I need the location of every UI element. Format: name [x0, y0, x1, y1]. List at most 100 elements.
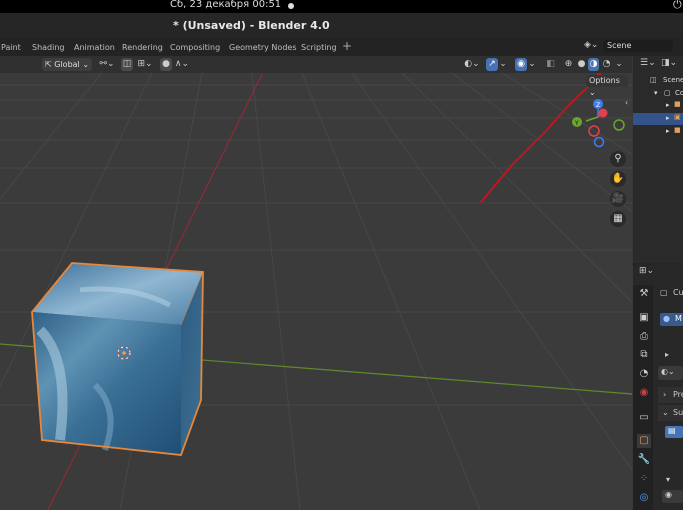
world-tab-icon[interactable]: ◉ — [637, 386, 651, 400]
node-icon: ▤ — [668, 426, 676, 435]
expand-arrow-icon[interactable]: ▸ — [666, 114, 670, 122]
rendered-shading-icon[interactable]: ◔ — [601, 58, 612, 71]
material-preview-shading-icon[interactable]: ◑ — [588, 58, 599, 71]
falloff-icon[interactable]: ∧⌄ — [174, 58, 190, 71]
mesh-object-icon: ▣ — [674, 113, 681, 121]
outliner-item-camera[interactable]: ▸ ■ — [660, 100, 683, 112]
zoom-icon[interactable]: ⚲ — [610, 151, 626, 167]
window-titlebar: * (Unsaved) - Blender 4.0 — [0, 13, 683, 38]
tab-rendering[interactable]: Rendering — [122, 43, 163, 52]
gizmo-menu-chevron-icon[interactable]: ⌄ — [499, 58, 507, 71]
textured-cube[interactable] — [31, 262, 204, 456]
proportional-edit-icon[interactable]: ● — [160, 58, 172, 71]
expand-arrow-icon: ⌄ — [662, 408, 669, 417]
material-slot-name: M — [675, 314, 682, 323]
outliner: ☰⌄ ◨⌄ — [633, 56, 683, 263]
tab-compositing[interactable]: Compositing — [170, 43, 220, 52]
collection-tab-icon[interactable]: ▭ — [637, 411, 651, 425]
render-tab-icon[interactable]: ▣ — [637, 311, 651, 325]
xray-toggle-icon[interactable]: ◧ — [545, 58, 556, 71]
surface-panel-title: Sur — [673, 408, 683, 417]
visibility-toggle-icon[interactable]: ◐⌄ — [461, 58, 483, 71]
shading-menu-chevron-icon[interactable]: ⌄ — [614, 58, 624, 71]
scene-tab-icon[interactable]: ◔ — [637, 367, 651, 381]
object-name-field[interactable]: Cu — [673, 288, 683, 297]
collapse-arrow-icon: › — [663, 390, 667, 399]
3d-viewport[interactable]: Z Y — [0, 56, 632, 510]
tab-scripting[interactable]: Scripting — [301, 43, 337, 52]
tab-paint[interactable]: Paint — [1, 43, 21, 52]
object-tab-icon[interactable]: ▢ — [637, 434, 651, 448]
transform-orientation-dropdown[interactable]: ⇱ Global ⌄ — [42, 58, 92, 71]
particles-tab-icon[interactable]: ⁘ — [637, 472, 651, 486]
collection-icon: ▢ — [664, 89, 671, 97]
tab-geometry-nodes[interactable]: Geometry Nodes — [229, 43, 296, 52]
svg-text:Y: Y — [574, 120, 579, 127]
expand-arrow-icon[interactable]: ▾ — [666, 475, 670, 484]
outliner-scene-icon: ◫ — [650, 76, 657, 84]
tool-tab-icon[interactable]: ⚒ — [637, 287, 651, 301]
modifier-tab-icon[interactable]: 🔧 — [637, 453, 651, 467]
preview-panel-title: Pre — [673, 390, 683, 399]
power-icon[interactable]: ⏻ — [673, 0, 682, 12]
editor-type-icon[interactable]: ☰⌄ — [640, 58, 656, 68]
red-annotation-arrow — [480, 69, 605, 203]
material-browse-icon: ◐⌄ — [661, 367, 675, 376]
light-object-icon: ■ — [674, 126, 681, 134]
object-data-icon: ▢ — [660, 288, 668, 297]
material-browse-dropdown[interactable]: ◐⌄ — [658, 366, 683, 380]
display-mode-icon[interactable]: ◨⌄ — [661, 58, 677, 68]
sidebar-toggle-icon[interactable]: ‹ — [625, 98, 628, 107]
viewport-scene: Z Y — [0, 56, 632, 510]
options-dropdown[interactable]: Options ⌄ — [586, 75, 628, 97]
expand-arrow-icon[interactable]: ▸ — [665, 350, 669, 359]
surface-panel-header[interactable]: ⌄ Sur — [658, 405, 683, 421]
gizmo-toggle-icon[interactable]: ↗ — [486, 58, 498, 71]
perspective-toggle-icon[interactable]: ▦ — [610, 211, 626, 227]
pivot-point-icon[interactable]: ⚯⌄ — [97, 58, 117, 71]
material-sphere-icon: ● — [663, 314, 670, 323]
add-workspace-icon[interactable]: + — [342, 39, 352, 53]
scene-name-field[interactable]: Scene — [603, 40, 673, 52]
solid-shading-icon[interactable]: ● — [576, 58, 587, 71]
window-title: * (Unsaved) - Blender 4.0 — [173, 19, 330, 32]
material-slot[interactable]: ● M — [660, 313, 683, 326]
system-clock[interactable]: Сб, 23 декабря 00:51 — [170, 0, 281, 10]
shader-dropdown[interactable]: ◉ — [662, 490, 683, 503]
expand-arrow-icon[interactable]: ▾ — [654, 89, 658, 97]
tab-animation[interactable]: Animation — [74, 43, 115, 52]
expand-arrow-icon[interactable]: ▸ — [666, 127, 670, 135]
workspace-bar: Paint Shading Animation Rendering Compos… — [0, 38, 683, 56]
shader-icon: ◉ — [665, 490, 672, 499]
viewport-header — [0, 56, 632, 73]
outliner-collection[interactable]: Co — [675, 89, 683, 97]
outliner-item-light[interactable]: ▸ ■ — [660, 126, 683, 138]
scene-selector-icon[interactable]: ◈⌄ — [584, 40, 598, 52]
camera-object-icon: ■ — [674, 100, 681, 108]
snap-toggle-icon[interactable]: ◫ — [121, 58, 133, 71]
orientation-label: Global — [54, 60, 80, 69]
properties-editor-type-icon[interactable]: ⊞⌄ — [639, 266, 654, 276]
outliner-scene-collection[interactable]: Scene — [663, 76, 683, 84]
navigation-gizmo[interactable]: Z Y — [572, 99, 625, 148]
wireframe-shading-icon[interactable]: ⊕ — [563, 58, 574, 71]
physics-tab-icon[interactable]: ◎ — [637, 491, 651, 505]
view-layer-tab-icon[interactable]: ⧉ — [637, 348, 651, 362]
chevron-down-icon: ⌄ — [82, 60, 90, 69]
notification-dot-icon — [288, 3, 294, 9]
pan-hand-icon[interactable]: ✋ — [610, 171, 626, 187]
overlays-menu-chevron-icon[interactable]: ⌄ — [528, 58, 536, 71]
orientation-icon: ⇱ — [45, 60, 52, 69]
overlays-toggle-icon[interactable]: ◉ — [515, 58, 527, 71]
tab-shading[interactable]: Shading — [32, 43, 65, 52]
preview-panel-header[interactable]: › Pre — [658, 387, 683, 403]
camera-view-icon[interactable]: 🎥 — [610, 191, 626, 207]
system-bar: Сб, 23 декабря 00:51 ⏻ — [0, 0, 683, 13]
use-nodes-button[interactable]: ▤ — [665, 426, 683, 438]
output-tab-icon[interactable]: ⎙ — [637, 330, 651, 344]
expand-arrow-icon[interactable]: ▸ — [666, 101, 670, 109]
chevron-down-icon: ⌄ — [589, 88, 596, 97]
options-label: Options — [589, 76, 620, 85]
outliner-item-cube-selected[interactable]: ▸ ▣ — [633, 113, 683, 125]
snap-target-icon[interactable]: ⊞⌄ — [135, 58, 155, 71]
